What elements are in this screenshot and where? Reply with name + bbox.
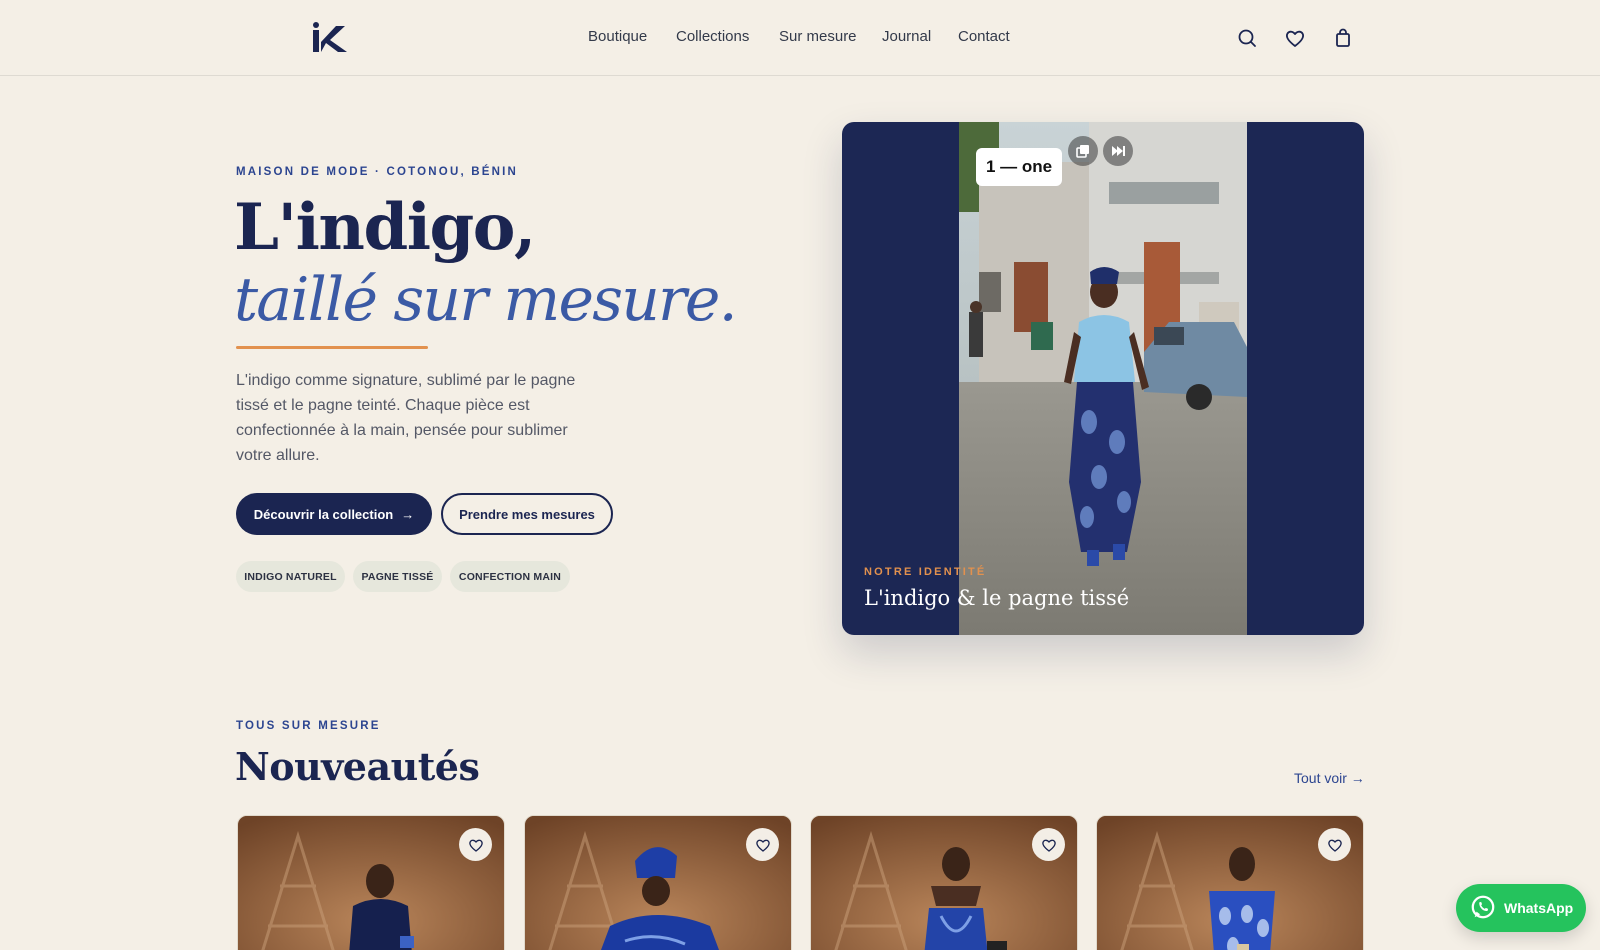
whatsapp-label: WhatsApp	[1504, 900, 1574, 916]
favorite-icon[interactable]	[1318, 828, 1351, 861]
card-eyebrow: NOTRE IDENTITÉ	[864, 566, 987, 578]
nav-item-boutique[interactable]: Boutique	[588, 28, 647, 45]
nav-item-journal[interactable]: Journal	[882, 28, 931, 45]
main-nav: Boutique Collections Sur mesure Journal …	[0, 0, 1600, 76]
hero-video-frame[interactable]	[959, 122, 1247, 635]
see-all-link[interactable]: Tout voir →	[1294, 770, 1365, 786]
product-card[interactable]	[1096, 815, 1364, 950]
product-card[interactable]	[810, 815, 1078, 950]
discover-collection-button[interactable]: Découvrir la collection →	[236, 493, 432, 535]
favorite-icon[interactable]	[1032, 828, 1065, 861]
nav-item-contact[interactable]: Contact	[958, 28, 1010, 45]
search-icon[interactable]	[1235, 26, 1259, 50]
tag-confection-main: CONFECTION MAIN	[450, 561, 570, 592]
skip-next-icon[interactable]	[1103, 136, 1133, 166]
product-card[interactable]	[524, 815, 792, 950]
bag-icon[interactable]	[1331, 26, 1355, 50]
copy-link-icon[interactable]	[1068, 136, 1098, 166]
hero-title-line2: taillé sur mesure.	[234, 265, 738, 335]
tag-pagne-tisse: PAGNE TISSÉ	[353, 561, 442, 592]
section-title: Nouveautés	[235, 744, 480, 789]
whatsapp-button[interactable]: WhatsApp	[1456, 884, 1586, 932]
accent-divider	[236, 346, 428, 349]
nav-item-sur-mesure[interactable]: Sur mesure	[779, 28, 857, 45]
hero-eyebrow: MAISON DE MODE · COTONOU, BÉNIN	[236, 166, 519, 178]
section-eyebrow: TOUS SUR MESURE	[236, 720, 381, 732]
nav-item-collections[interactable]: Collections	[676, 28, 749, 45]
take-measurements-button[interactable]: Prendre mes mesures	[441, 493, 613, 535]
heart-icon[interactable]	[1283, 26, 1307, 50]
hero-title-line1: L'indigo,	[234, 190, 536, 265]
favorite-icon[interactable]	[459, 828, 492, 861]
reel-badge: 1 — one	[976, 148, 1063, 186]
product-card[interactable]	[237, 815, 505, 950]
hero-description: L'indigo comme signature, sublimé par le…	[236, 372, 576, 464]
hero-media-card[interactable]: 1 — one NOTRE IDENTITÉ L'indigo & le pag…	[842, 122, 1364, 635]
tag-indigo-naturel: INDIGO NATUREL	[236, 561, 345, 592]
whatsapp-icon	[1470, 894, 1496, 923]
discover-collection-label: Découvrir la collection	[253, 506, 394, 522]
arrow-right-icon: →	[401, 506, 415, 522]
site-header: Boutique Collections Sur mesure Journal …	[0, 0, 1600, 76]
favorite-icon[interactable]	[746, 828, 779, 861]
card-title: L'indigo & le pagne tissé	[864, 586, 1130, 610]
